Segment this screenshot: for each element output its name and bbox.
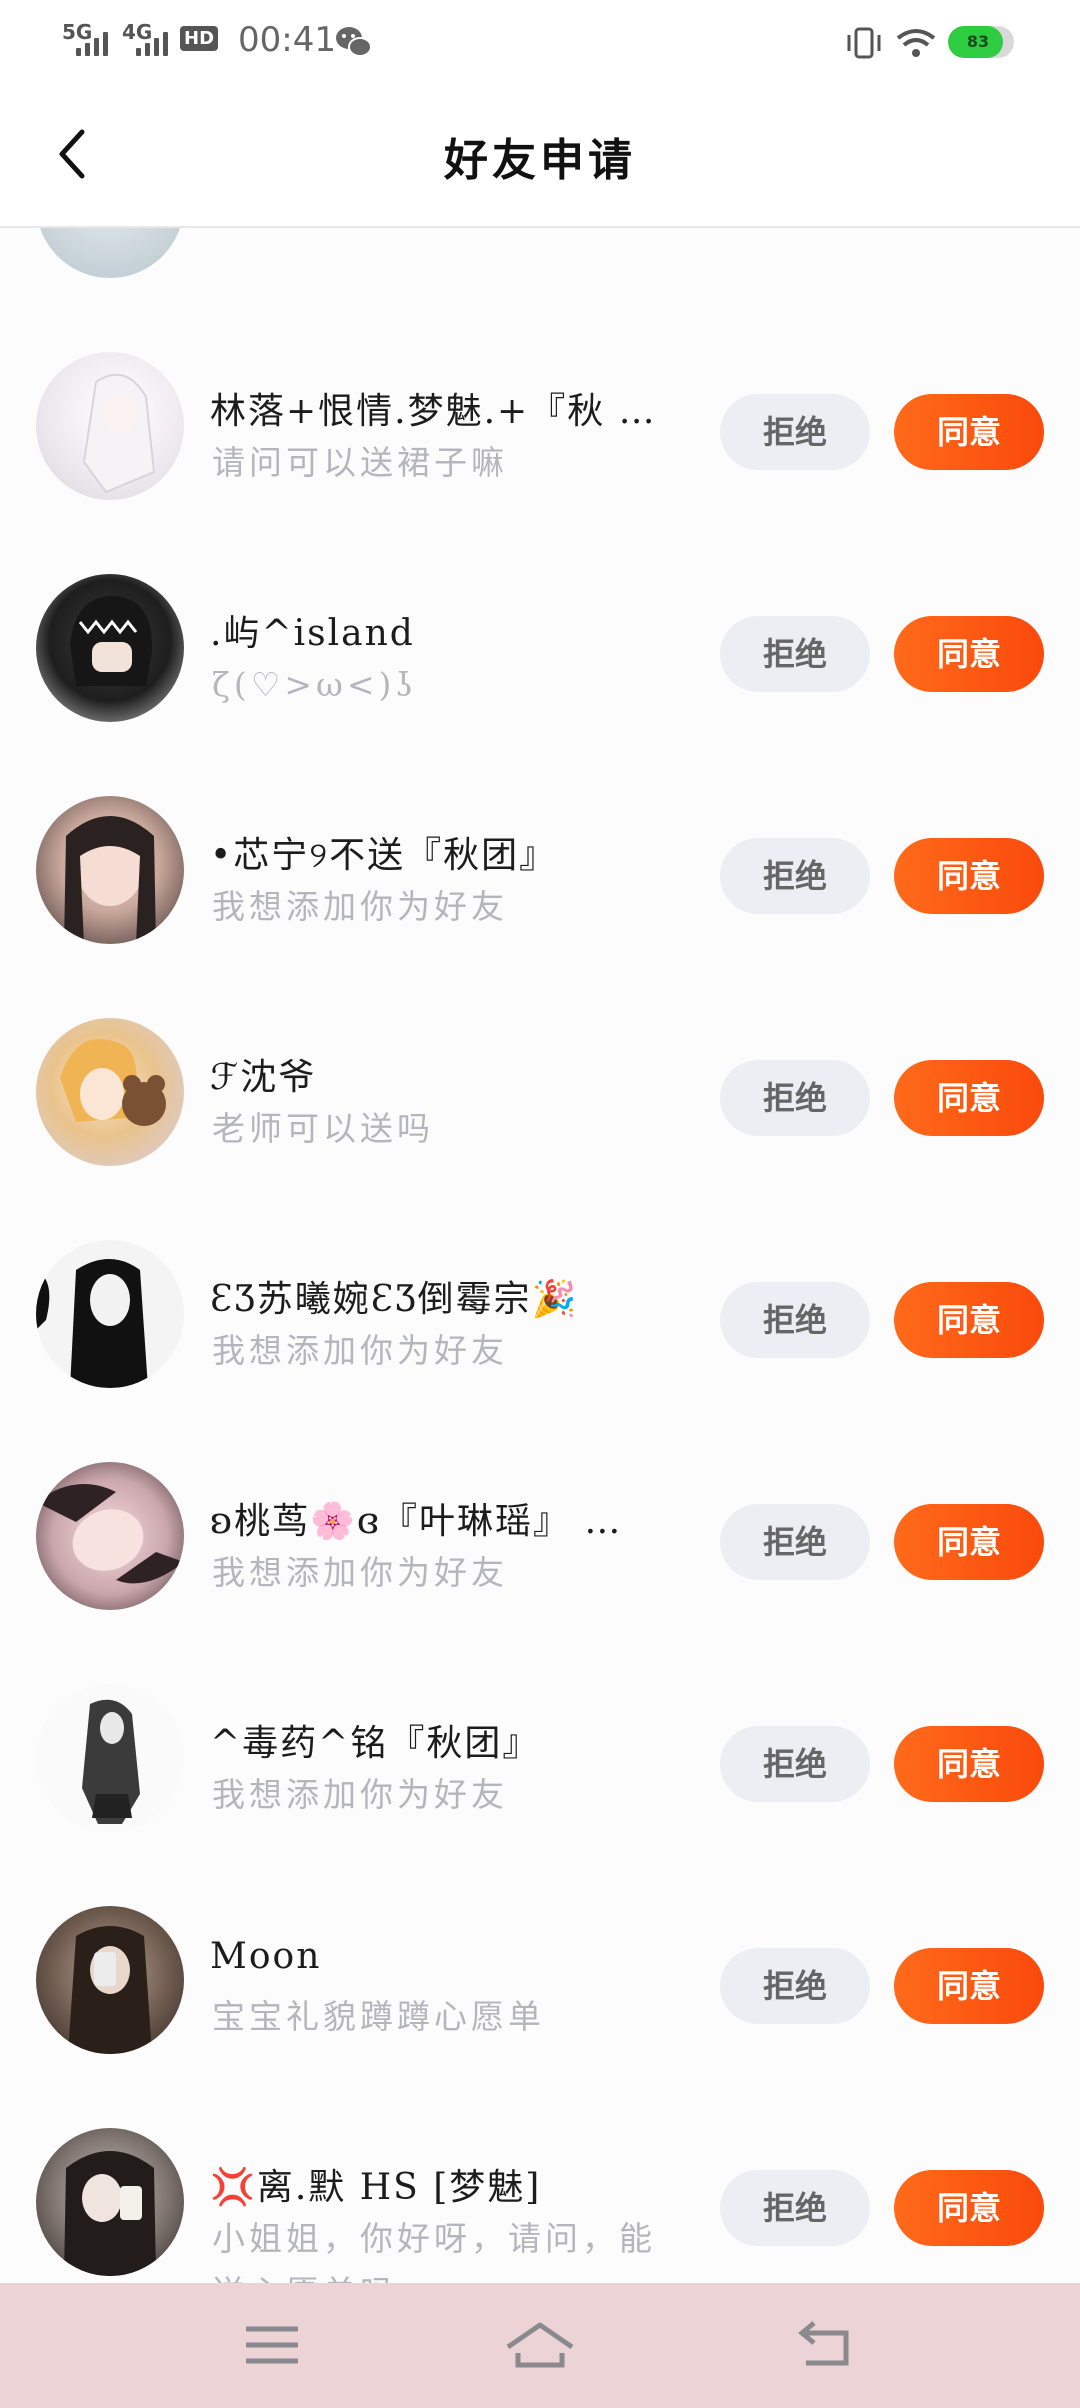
request-message: 小姐姐，你好呀，请问，能送心愿单吗→← <box>212 2219 656 2283</box>
accept-button[interactable]: 同意 <box>894 1726 1044 1802</box>
reject-button[interactable]: 拒绝 <box>720 1726 870 1802</box>
request-message: 宝宝礼貌蹲蹲心愿单 <box>212 1997 545 2036</box>
list-item: •芯宁୨不送『秋团』 我想添加你为好友 拒绝 同意 <box>0 744 1080 966</box>
reject-button[interactable]: 拒绝 <box>720 394 870 470</box>
signal-5g-icon <box>76 28 108 56</box>
request-name: ^毒药^铭『秋团』 <box>210 1723 541 1764</box>
accept-button[interactable]: 同意 <box>894 1060 1044 1136</box>
request-message: 我想添加你为好友 <box>212 1331 508 1370</box>
signal-4g-icon <box>136 28 168 56</box>
accept-button[interactable]: 同意 <box>894 838 1044 914</box>
list-item: .屿^island ζ(♡>ω<)ʖ 拒绝 同意 <box>0 522 1080 744</box>
request-message: 我想添加你为好友 <box>212 1775 508 1814</box>
vibrate-icon <box>847 27 881 59</box>
request-message: 我想添加你为好友 <box>212 887 508 926</box>
request-name: Moon <box>210 1936 322 1977</box>
system-nav-bar <box>0 2283 1080 2408</box>
list-item-partial <box>0 228 1080 300</box>
reject-button[interactable]: 拒绝 <box>720 1282 870 1358</box>
friend-request-list: 林落+恨情.梦魅.+『秋 … 请问可以送裙子嘛 拒绝 同意 .屿^island … <box>0 228 1080 2283</box>
list-item: ^毒药^铭『秋团』 我想添加你为好友 拒绝 同意 <box>0 1632 1080 1854</box>
reject-button[interactable]: 拒绝 <box>720 2170 870 2246</box>
list-item: ℱ沈爷 老师可以送吗 拒绝 同意 <box>0 966 1080 1188</box>
request-name: 林落+恨情.梦魅.+『秋 … <box>210 391 657 432</box>
avatar[interactable] <box>36 352 184 500</box>
menu-icon[interactable] <box>232 2313 312 2377</box>
request-name: ʚ桃茑🌸ɞ『叶琳瑶』 … <box>210 1501 623 1542</box>
avatar[interactable] <box>36 796 184 944</box>
request-name: .屿^island <box>210 613 415 654</box>
list-item: 💢离.默 HS [梦魅] 小姐姐，你好呀，请问，能送心愿单吗→← 拒绝 同意 <box>0 2076 1080 2283</box>
request-name: 💢离.默 HS [梦魅] <box>210 2167 542 2208</box>
reject-button[interactable]: 拒绝 <box>720 1060 870 1136</box>
request-message: ζ(♡>ω<)ʖ <box>212 665 418 704</box>
request-name: ƐƷ苏曦婉ƐƷ倒霉宗🎉 <box>210 1279 579 1320</box>
avatar[interactable] <box>36 228 184 278</box>
request-name: ℱ沈爷 <box>210 1057 317 1098</box>
reject-button[interactable]: 拒绝 <box>720 616 870 692</box>
avatar[interactable] <box>36 1240 184 1388</box>
accept-button[interactable]: 同意 <box>894 1948 1044 2024</box>
accept-button[interactable]: 同意 <box>894 616 1044 692</box>
reject-button[interactable]: 拒绝 <box>720 1504 870 1580</box>
back-nav-icon[interactable] <box>784 2313 864 2377</box>
request-message: 老师可以送吗 <box>212 1109 434 1148</box>
request-name: •芯宁୨不送『秋团』 <box>210 835 558 876</box>
avatar[interactable] <box>36 1462 184 1610</box>
reject-button[interactable]: 拒绝 <box>720 838 870 914</box>
accept-button[interactable]: 同意 <box>894 1282 1044 1358</box>
accept-button[interactable]: 同意 <box>894 2170 1044 2246</box>
list-item: ƐƷ苏曦婉ƐƷ倒霉宗🎉 我想添加你为好友 拒绝 同意 <box>0 1188 1080 1410</box>
page-title: 好友申请 <box>444 135 636 186</box>
status-time: 00:41 <box>238 20 336 60</box>
accept-button[interactable]: 同意 <box>894 394 1044 470</box>
avatar[interactable] <box>36 1906 184 2054</box>
accept-button[interactable]: 同意 <box>894 1504 1044 1580</box>
avatar[interactable] <box>36 1684 184 1832</box>
reject-button[interactable]: 拒绝 <box>720 1948 870 2024</box>
request-message: 我想添加你为好友 <box>212 1553 508 1592</box>
list-item: ʚ桃茑🌸ɞ『叶琳瑶』 … 我想添加你为好友 拒绝 同意 <box>0 1410 1080 1632</box>
battery-level-label: 83 <box>966 32 990 51</box>
wechat-icon <box>336 27 372 57</box>
avatar[interactable] <box>36 1018 184 1166</box>
list-item: 林落+恨情.梦魅.+『秋 … 请问可以送裙子嘛 拒绝 同意 <box>0 300 1080 522</box>
app-header: 好友申请 <box>0 80 1080 228</box>
hd-icon: HD <box>180 26 219 51</box>
status-bar: 5G 4G HD 00:41 83 <box>0 0 1080 80</box>
avatar[interactable] <box>36 574 184 722</box>
wifi-icon <box>896 29 936 57</box>
avatar[interactable] <box>36 2128 184 2276</box>
home-icon[interactable] <box>500 2313 580 2377</box>
request-message: 请问可以送裙子嘛 <box>212 443 508 482</box>
battery-icon: 83 <box>948 26 1014 58</box>
list-item: Moon 宝宝礼貌蹲蹲心愿单 拒绝 同意 <box>0 1854 1080 2076</box>
